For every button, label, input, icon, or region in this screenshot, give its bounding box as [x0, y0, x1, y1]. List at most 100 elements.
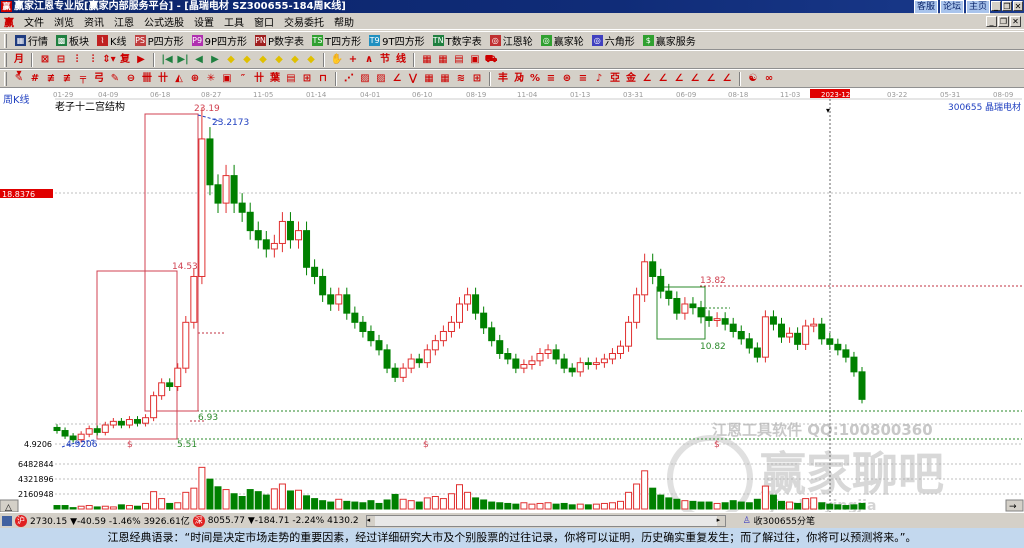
- tool15-icon[interactable]: ▨: [374, 72, 388, 86]
- cycle-icon[interactable]: 线: [394, 53, 408, 67]
- tool17-icon[interactable]: ▦: [438, 72, 452, 86]
- toolbar-button[interactable]: ▦ 行情: [12, 33, 51, 49]
- infinity-icon[interactable]: ∞: [762, 72, 776, 86]
- tool26-icon[interactable]: 金: [624, 72, 638, 86]
- tool30-icon[interactable]: ∠: [688, 72, 702, 86]
- tool27-icon[interactable]: ∠: [640, 72, 654, 86]
- tool18-icon[interactable]: ≋: [454, 72, 468, 86]
- diamond2-icon[interactable]: ◆: [240, 53, 254, 67]
- tool13-icon[interactable]: ⊓: [316, 72, 330, 86]
- target-icon[interactable]: ⊕: [188, 72, 202, 86]
- hand-icon[interactable]: ✋: [330, 53, 344, 67]
- star-icon[interactable]: ✳: [204, 72, 218, 86]
- next-icon[interactable]: ▶: [208, 53, 222, 67]
- toolbar-button[interactable]: ◎ 赢家轮: [538, 33, 587, 49]
- gold-icon[interactable]: ⊛: [560, 72, 574, 86]
- tool21-icon[interactable]: 夃: [512, 72, 526, 86]
- hash-icon[interactable]: #: [28, 72, 42, 86]
- crosshair-icon[interactable]: +: [346, 53, 360, 67]
- tool5-icon[interactable]: ✎: [108, 72, 122, 86]
- menu-item[interactable]: 设置: [194, 14, 214, 29]
- wave-icon[interactable]: ⋁: [406, 72, 420, 86]
- tool7-icon[interactable]: ◭: [172, 72, 186, 86]
- fan-icon[interactable]: ⋰: [342, 72, 356, 86]
- truck-icon[interactable]: ⛟: [484, 53, 498, 67]
- diamond3-icon[interactable]: ◆: [256, 53, 270, 67]
- toolbar-button[interactable]: $ 赢家服务: [640, 33, 699, 49]
- menu-item[interactable]: 工具: [224, 14, 244, 29]
- calculator-icon[interactable]: ▦: [436, 53, 450, 67]
- tool1-icon[interactable]: ≢: [44, 72, 58, 86]
- tool24-icon[interactable]: ♪: [592, 72, 606, 86]
- first-icon[interactable]: |◀: [160, 53, 174, 67]
- tool23-icon[interactable]: ≡: [576, 72, 590, 86]
- menu-item[interactable]: 江恩: [114, 14, 134, 29]
- taichi-icon[interactable]: ☯: [746, 72, 760, 86]
- restore-icon[interactable]: 复: [118, 53, 132, 67]
- menu-item[interactable]: 资讯: [84, 14, 104, 29]
- toolbar-button[interactable]: P9 9P四方形: [189, 33, 250, 49]
- child-close-button[interactable]: ✕: [1010, 16, 1021, 27]
- tick-data-button[interactable]: 收300655分笔: [754, 514, 815, 527]
- forum-link[interactable]: 论坛: [939, 0, 964, 14]
- horizontal-scrollbar[interactable]: ◂ ▸: [365, 514, 726, 527]
- tool8-icon[interactable]: ″: [236, 72, 250, 86]
- toolbar-button[interactable]: TS T四方形: [309, 33, 364, 49]
- chart-a-icon[interactable]: ⊠: [38, 53, 52, 67]
- tool25-icon[interactable]: 亞: [608, 72, 622, 86]
- tool20-icon[interactable]: 丰: [496, 72, 510, 86]
- toolbar-button[interactable]: PN P数字表: [252, 33, 307, 49]
- menu-item[interactable]: 公式选股: [144, 14, 184, 29]
- chart-d-icon[interactable]: ⫶: [86, 53, 100, 67]
- tool6-icon[interactable]: 卄: [156, 72, 170, 86]
- section-icon[interactable]: 节: [378, 53, 392, 67]
- diamond6-icon[interactable]: ◆: [304, 53, 318, 67]
- menu-item[interactable]: 文件: [24, 14, 44, 29]
- angle-icon[interactable]: ∠: [390, 72, 404, 86]
- child-minimize-button[interactable]: _: [986, 16, 997, 27]
- toolbar-button[interactable]: T9 9T四方形: [366, 33, 427, 49]
- menu-item[interactable]: 帮助: [334, 14, 354, 29]
- menu-item[interactable]: 浏览: [54, 14, 74, 29]
- tool3-icon[interactable]: ╤: [76, 72, 90, 86]
- save-icon[interactable]: ▣: [468, 53, 482, 67]
- homepage-link[interactable]: 主页: [965, 0, 990, 14]
- toolbar-button[interactable]: PS P四方形: [132, 33, 187, 49]
- tool14-icon[interactable]: ▨: [358, 72, 372, 86]
- diamond4-icon[interactable]: ◆: [272, 53, 286, 67]
- toolbar-button[interactable]: ◎ 六角形: [589, 33, 638, 49]
- toolbar-button[interactable]: TN T数字表: [430, 33, 485, 49]
- tool16-icon[interactable]: ▦: [422, 72, 436, 86]
- tool29-icon[interactable]: ∠: [672, 72, 686, 86]
- menu-item[interactable]: 窗口: [254, 14, 274, 29]
- percent-icon[interactable]: %: [528, 72, 542, 86]
- chart-c-icon[interactable]: ⫶: [70, 53, 84, 67]
- minimize-button[interactable]: _: [991, 1, 1001, 11]
- grid-icon[interactable]: [2, 515, 12, 526]
- last-icon[interactable]: ▶|: [176, 53, 190, 67]
- tool31-icon[interactable]: ∠: [704, 72, 718, 86]
- tool19-icon[interactable]: ⊞: [470, 72, 484, 86]
- diamond5-icon[interactable]: ◆: [288, 53, 302, 67]
- tool4-icon[interactable]: 弓: [92, 72, 106, 86]
- period-menu-icon[interactable]: 月▾: [12, 53, 26, 79]
- tool12-icon[interactable]: ⊞: [300, 72, 314, 86]
- chart-b-icon[interactable]: ⊟: [54, 53, 68, 67]
- tool28-icon[interactable]: ∠: [656, 72, 670, 86]
- circle-icon[interactable]: ⊖: [124, 72, 138, 86]
- diamond1-icon[interactable]: ◆: [224, 53, 238, 67]
- toolbar-button[interactable]: ▩ 板块: [53, 33, 92, 49]
- tool11-icon[interactable]: ▤: [284, 72, 298, 86]
- tool10-icon[interactable]: 葉: [268, 72, 282, 86]
- pen-icon[interactable]: ✎: [12, 72, 26, 86]
- tool9-icon[interactable]: 卄: [252, 72, 266, 86]
- close-button[interactable]: ✕: [1013, 1, 1023, 11]
- grid-icon[interactable]: 卌: [140, 72, 154, 86]
- restore-button[interactable]: ❐: [1002, 1, 1012, 11]
- calendar-icon[interactable]: ▦: [420, 53, 434, 67]
- kline-chart[interactable]: 周K线 01-29 04-09 06-18 08-27 11-05 01-14 04-01 0…: [0, 88, 1024, 521]
- candle-type-icon[interactable]: ⇕▾: [102, 53, 116, 67]
- notes-icon[interactable]: ▤: [452, 53, 466, 67]
- toolbar-button[interactable]: ⌇ K线: [94, 33, 130, 49]
- draw-line-icon[interactable]: ∧: [362, 53, 376, 67]
